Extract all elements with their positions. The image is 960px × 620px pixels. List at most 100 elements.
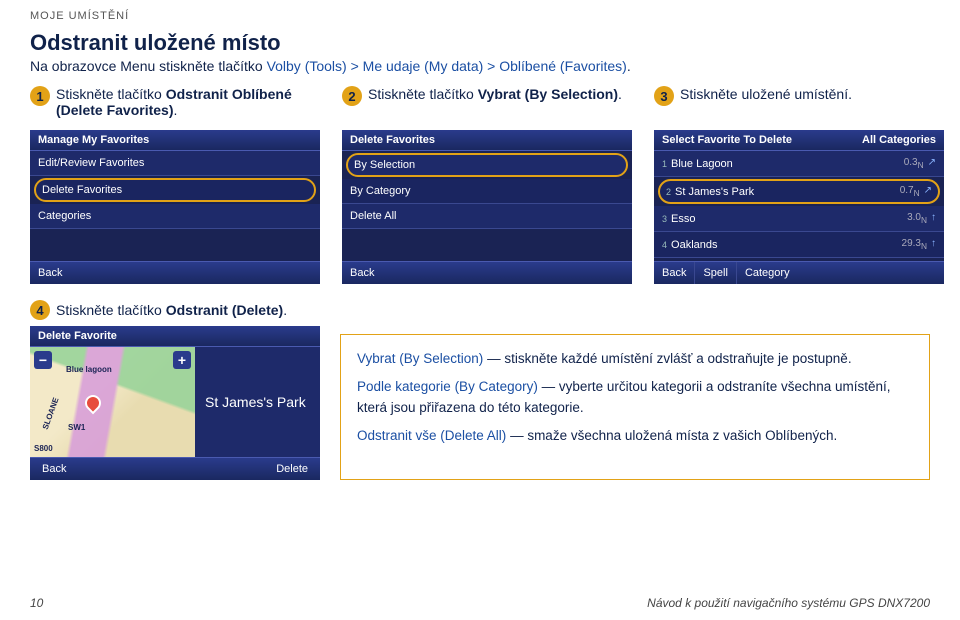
step-3-caption: 3 Stiskněte uložené umístění. <box>654 86 944 126</box>
step-3-num: 3 <box>654 86 674 106</box>
screen3-row-1-unit: N <box>914 188 920 198</box>
screen2-row-2-label: Delete All <box>350 210 396 222</box>
screen3-category-button[interactable]: Category <box>737 262 798 284</box>
subtitle-post: . <box>627 58 631 74</box>
step-4-col: 4 Stiskněte tlačítko Odstranit (Delete).… <box>30 300 320 480</box>
step-2-num: 2 <box>342 86 362 106</box>
screenshot-4: Delete Favorite − + Blue lagoon SLOANE S… <box>30 326 320 480</box>
screen4-title: Delete Favorite <box>30 326 320 347</box>
map-label-bluelagoon: Blue lagoon <box>66 365 112 374</box>
info-box: Vybrat (By Selection) — stiskněte každé … <box>340 334 930 480</box>
subtitle-path: Volby (Tools) > Me udaje (My data) > Obl… <box>267 58 627 74</box>
map-area[interactable]: − + Blue lagoon SLOANE SW1 S800 <box>30 347 195 457</box>
screen3-row-0[interactable]: 1Blue Lagoon 0.3N↗ <box>654 151 944 177</box>
screen3-spell-button[interactable]: Spell <box>695 262 736 284</box>
map-label-s800: S800 <box>34 444 53 453</box>
screen1-title-text: Manage My Favorites <box>38 134 149 146</box>
screen4-title-text: Delete Favorite <box>38 330 117 342</box>
step-2: 2 Stiskněte tlačítko Vybrat (By Selectio… <box>342 86 632 284</box>
screen4-back-button[interactable]: Back <box>30 458 78 480</box>
screen2-row-0-label: By Selection <box>354 159 415 171</box>
map-labels: Blue lagoon SLOANE SW1 S800 <box>30 347 195 457</box>
step-4-bold: Odstranit (Delete) <box>166 302 283 318</box>
step-4-text: Stiskněte tlačítko Odstranit (Delete). <box>56 302 287 318</box>
screen3-row-1[interactable]: 2St James's Park 0.7N↗ <box>658 179 940 204</box>
screen2-row-1-label: By Category <box>350 185 411 197</box>
screen1-row-2[interactable]: Categories <box>30 204 320 229</box>
steps-row: 1 Stiskněte tlačítko Odstranit Oblíbené … <box>30 86 930 284</box>
screen3-row-2-dir-icon: ↑ <box>931 212 936 223</box>
screen1-row-0-label: Edit/Review Favorites <box>38 157 144 169</box>
info-p3-accent: Odstranit vše (Delete All) <box>357 428 506 443</box>
screen3-row-1-num: 2 <box>666 187 671 197</box>
screen3-row-0-num: 1 <box>662 159 667 169</box>
screen1-title: Manage My Favorites <box>30 130 320 151</box>
screen3-title: Select Favorite To Delete All Categories <box>654 130 944 151</box>
step-4-num: 4 <box>30 300 50 320</box>
screen3-row-3-unit: N <box>921 241 927 251</box>
screen3-back-button[interactable]: Back <box>654 262 695 284</box>
step-4-caption: 4 Stiskněte tlačítko Odstranit (Delete). <box>30 300 320 320</box>
info-p1-rest: — stiskněte každé umístění zvlášť a odst… <box>483 351 851 366</box>
map-label-sw1: SW1 <box>68 423 85 432</box>
screen2-row-2[interactable]: Delete All <box>342 204 632 229</box>
step-3-pre: Stiskněte uložené umístění. <box>680 86 852 102</box>
subtitle: Na obrazovce Menu stiskněte tlačítko Vol… <box>30 58 930 74</box>
screen3-row-1-dist: 0.7 <box>900 185 914 196</box>
screen3-row-3-dir-icon: ↑ <box>931 238 936 249</box>
step-1-text: Stiskněte tlačítko Odstranit Oblíbené (D… <box>56 86 320 118</box>
screen3-row-2[interactable]: 3Esso 3.0N↑ <box>654 206 944 232</box>
screen2-row-1[interactable]: By Category <box>342 179 632 204</box>
screen3-row-1-dir-icon: ↗ <box>924 185 932 196</box>
screen2-row-0[interactable]: By Selection <box>346 153 628 177</box>
screen3-row-2-num: 3 <box>662 214 667 224</box>
step-1-pre: Stiskněte tlačítko <box>56 86 166 102</box>
page-title: Odstranit uložené místo <box>30 30 930 56</box>
screen4-delete-button[interactable]: Delete <box>264 458 320 480</box>
screen2-back-button[interactable]: Back <box>342 262 382 284</box>
screen1-row-1[interactable]: Delete Favorites <box>34 178 316 202</box>
screen1-row-0[interactable]: Edit/Review Favorites <box>30 151 320 176</box>
screen3-row-2-dist: 3.0 <box>907 212 921 223</box>
step-2-post: . <box>618 86 622 102</box>
step-1: 1 Stiskněte tlačítko Odstranit Oblíbené … <box>30 86 320 284</box>
screen3-footer: Back Spell Category <box>654 261 944 284</box>
header-category: MOJE UMÍSTĚNÍ <box>30 10 930 22</box>
screen3-row-3-name: Oaklands <box>671 239 717 251</box>
screen2-title-text: Delete Favorites <box>350 134 435 146</box>
subtitle-pre: Na obrazovce Menu stiskněte tlačítko <box>30 58 267 74</box>
screen4-place-text: St James's Park <box>205 394 306 410</box>
step-2-caption: 2 Stiskněte tlačítko Vybrat (By Selectio… <box>342 86 632 126</box>
screen4-body: − + Blue lagoon SLOANE SW1 S800 St James… <box>30 347 320 457</box>
info-p2-accent: Podle kategorie (By Category) <box>357 379 538 394</box>
screen1-row-2-label: Categories <box>38 210 91 222</box>
step-4-post: . <box>283 302 287 318</box>
step-4-row: 4 Stiskněte tlačítko Odstranit (Delete).… <box>30 300 930 480</box>
screen1-footer: Back <box>30 261 320 284</box>
screen3-row-0-name: Blue Lagoon <box>671 158 733 170</box>
step-2-pre: Stiskněte tlačítko <box>368 86 478 102</box>
info-p3: Odstranit vše (Delete All) — smaže všech… <box>357 426 913 446</box>
screen1-back-button[interactable]: Back <box>30 262 70 284</box>
doc-title: Návod k použití navigačního systému GPS … <box>647 596 930 610</box>
step-3-text: Stiskněte uložené umístění. <box>680 86 852 102</box>
step-1-caption: 1 Stiskněte tlačítko Odstranit Oblíbené … <box>30 86 320 126</box>
info-p1-accent: Vybrat (By Selection) <box>357 351 483 366</box>
screen3-title-right: All Categories <box>862 134 936 146</box>
info-p2: Podle kategorie (By Category) — vyberte … <box>357 377 913 418</box>
step-3: 3 Stiskněte uložené umístění. Select Fav… <box>654 86 944 284</box>
step-2-bold: Vybrat (By Selection) <box>478 86 618 102</box>
page-footer: 10 Návod k použití navigačního systému G… <box>30 596 930 610</box>
info-p3-rest: — smaže všechna uložená místa z vašich O… <box>506 428 837 443</box>
screen2-footer: Back <box>342 261 632 284</box>
screenshot-3: Select Favorite To Delete All Categories… <box>654 130 944 284</box>
screen3-title-text: Select Favorite To Delete <box>662 134 792 146</box>
screen4-place: St James's Park <box>195 347 320 457</box>
screen1-row-1-label: Delete Favorites <box>42 184 122 196</box>
screen3-row-0-unit: N <box>918 160 924 170</box>
step-1-post: . <box>173 102 177 118</box>
screen4-footer: Back Delete <box>30 457 320 480</box>
screen3-row-3[interactable]: 4Oaklands 29.3N↑ <box>654 232 944 258</box>
screen3-row-0-dir-icon: ↗ <box>928 157 936 168</box>
screen2-title: Delete Favorites <box>342 130 632 151</box>
